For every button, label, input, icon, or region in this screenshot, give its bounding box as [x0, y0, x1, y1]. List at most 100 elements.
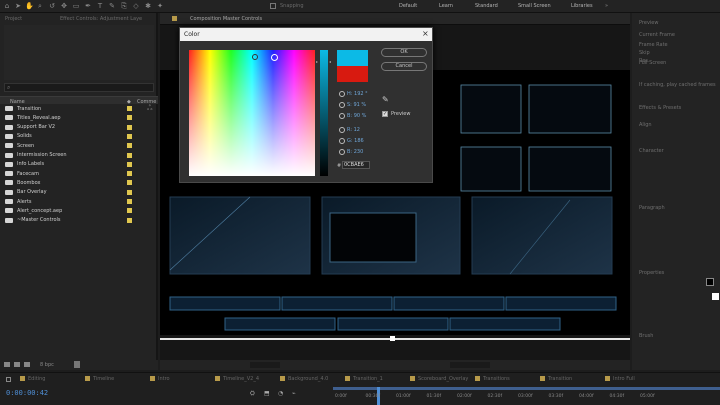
anchor-tool-icon[interactable]: ✥ [60, 2, 68, 10]
new-folder-icon[interactable] [14, 362, 20, 367]
project-item[interactable]: Transition [0, 104, 158, 113]
solo-icon[interactable]: ⛭ [250, 390, 255, 398]
project-item[interactable]: Info Labels [0, 160, 158, 169]
roto-tool-icon[interactable]: ✱ [144, 2, 152, 10]
blue-value[interactable]: B: 230 [347, 149, 363, 155]
workspace-default[interactable]: Default [399, 3, 417, 9]
type-tool-icon[interactable]: T [96, 2, 104, 10]
project-tab[interactable]: Project [5, 16, 22, 22]
preview-checkbox[interactable]: ✓ [382, 111, 388, 117]
cancel-button[interactable]: Cancel [381, 62, 427, 71]
label-color-swatch[interactable] [127, 115, 132, 121]
current-time-display[interactable]: 0:00:00:42 [6, 389, 48, 397]
saturation-radio[interactable] [339, 102, 345, 108]
fill-color-swatch[interactable] [706, 278, 714, 286]
label-color-swatch[interactable] [127, 143, 132, 149]
zoom-select[interactable] [250, 362, 280, 368]
label-color-swatch[interactable] [127, 199, 132, 204]
hex-input[interactable]: 0CBAE6 [342, 161, 370, 169]
label-color-swatch[interactable] [127, 189, 132, 195]
snapping-checkbox[interactable] [270, 3, 276, 9]
work-area-bar[interactable] [333, 387, 720, 390]
composition-tab[interactable]: Composition Master Controls [190, 16, 262, 22]
workspace-small-screen[interactable]: Small Screen [518, 3, 551, 9]
bit-depth-label[interactable]: 8 bpc [40, 362, 54, 368]
timeline-tab[interactable]: Timeline [85, 376, 114, 382]
home-icon[interactable]: ⌂ [3, 2, 11, 10]
timeline-tab[interactable]: Timeline_V2_4 [215, 376, 259, 382]
project-item[interactable]: Boombox [0, 178, 158, 187]
red-radio[interactable] [339, 127, 345, 133]
project-item[interactable]: Screen [0, 141, 158, 150]
selection-tool-icon[interactable]: ➤ [14, 2, 22, 10]
timeline-tab[interactable]: Background_4.0 [280, 376, 328, 382]
hand-tool-icon[interactable]: ✋ [25, 2, 34, 10]
project-item[interactable]: Alerts [0, 197, 158, 206]
workspace-standard[interactable]: Standard [475, 3, 498, 9]
project-item[interactable]: Intermission Screen [0, 151, 158, 160]
timeline-tab[interactable]: Transition_1 [345, 376, 383, 382]
project-item[interactable]: ~Master Controls [0, 216, 158, 225]
graph-editor-icon[interactable]: ⌁ [292, 390, 296, 397]
brightness-radio[interactable] [339, 113, 345, 119]
timeline-tab[interactable]: Transitions [475, 376, 510, 382]
timeline-tab[interactable]: Editing [20, 376, 45, 382]
comp-motion-path[interactable] [160, 338, 630, 340]
close-icon[interactable]: × [422, 29, 429, 38]
new-composition-icon[interactable] [24, 362, 30, 367]
label-color-swatch[interactable] [127, 180, 132, 186]
orbit-tool-icon[interactable]: ↺ [48, 2, 56, 10]
draft-3d-icon[interactable]: ⬒ [264, 390, 270, 397]
motion-path-handle[interactable] [390, 336, 395, 341]
hue-value[interactable]: H: 192 ° [347, 91, 368, 97]
eyedropper-icon[interactable]: ✎ [382, 95, 389, 104]
label-color-swatch[interactable] [127, 161, 132, 167]
label-color-swatch[interactable] [127, 106, 132, 111]
project-item[interactable]: Titles_Reveal.aep [0, 113, 158, 122]
hue-radio[interactable] [339, 91, 345, 97]
project-item[interactable]: Support Bar V2 [0, 123, 158, 132]
timeline-tab[interactable]: Intro [150, 376, 170, 382]
timeline-close-icon[interactable] [6, 377, 11, 382]
saturation-value[interactable]: S: 91 % [347, 102, 366, 108]
old-color-swatch[interactable] [337, 66, 368, 82]
timeline-tab[interactable]: Intro Full [605, 376, 635, 382]
brightness-value[interactable]: B: 90 % [347, 113, 366, 119]
zoom-tool-icon[interactable]: ⌕ [36, 2, 44, 10]
label-color-swatch[interactable] [127, 217, 132, 223]
effect-controls-tab[interactable]: Effect Controls: Adjustment Laye [60, 16, 142, 22]
workspace-libraries[interactable]: Libraries [571, 3, 593, 9]
green-radio[interactable] [339, 138, 345, 144]
label-color-swatch[interactable] [127, 171, 132, 177]
motion-blur-icon[interactable]: ◔ [278, 390, 283, 397]
interpret-footage-icon[interactable] [4, 362, 10, 367]
eraser-tool-icon[interactable]: ◇ [132, 2, 140, 10]
label-color-swatch[interactable] [127, 208, 132, 214]
workspace-more-icon[interactable]: » [605, 3, 608, 9]
label-color-swatch[interactable] [127, 133, 132, 139]
project-search-input[interactable]: ⌕ [4, 83, 154, 92]
composition-lock-icon[interactable] [172, 16, 177, 21]
timeline-tab[interactable]: Transition [540, 376, 572, 382]
project-item[interactable]: Facecam [0, 169, 158, 178]
ok-button[interactable]: OK [381, 48, 427, 57]
label-color-swatch[interactable] [127, 152, 132, 158]
green-value[interactable]: G: 186 [347, 138, 364, 144]
timeline-tab[interactable]: Scoreboard_Overlay [410, 376, 468, 382]
stroke-color-swatch[interactable] [712, 293, 719, 300]
clone-tool-icon[interactable]: ⎘ [120, 2, 128, 10]
project-item[interactable]: Solids [0, 132, 158, 141]
rectangle-tool-icon[interactable]: ▭ [72, 2, 80, 10]
project-item[interactable]: Alert_concept.aep [0, 206, 158, 215]
project-item[interactable]: Bar Overlay [0, 188, 158, 197]
blue-radio[interactable] [339, 149, 345, 155]
color-picker-ring[interactable] [271, 54, 278, 61]
color-picker-cursor[interactable] [252, 54, 258, 60]
brush-tool-icon[interactable]: ✎ [108, 2, 116, 10]
workspace-learn[interactable]: Learn [439, 3, 453, 9]
red-value[interactable]: R: 12 [347, 127, 360, 133]
delete-icon[interactable] [74, 361, 80, 368]
view-select[interactable] [450, 362, 490, 368]
label-color-swatch[interactable] [127, 124, 132, 130]
brightness-slider[interactable] [320, 50, 328, 176]
